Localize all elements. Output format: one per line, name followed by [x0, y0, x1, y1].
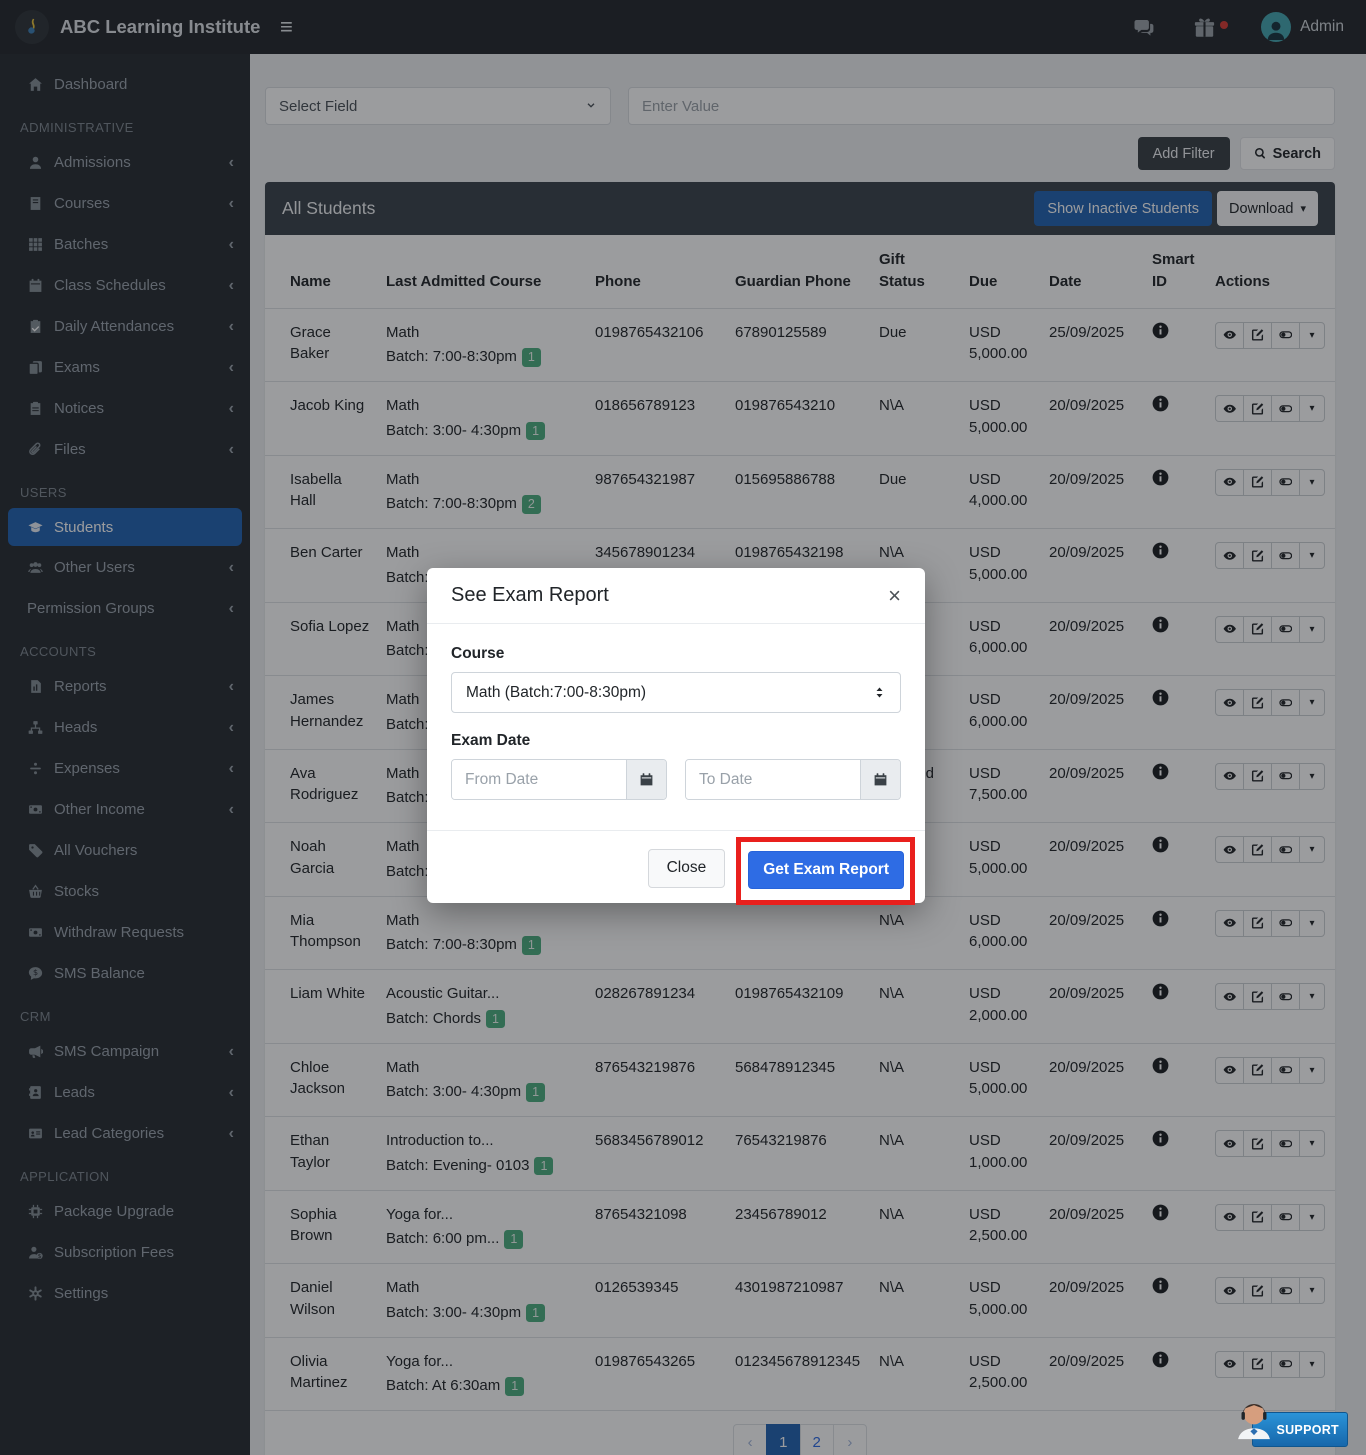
- from-date-group: [451, 759, 667, 800]
- to-date-input[interactable]: [686, 760, 860, 799]
- close-icon[interactable]: ×: [888, 585, 901, 607]
- support-widget[interactable]: SUPPORT: [1252, 1412, 1348, 1447]
- calendar-icon: [873, 772, 888, 787]
- support-label: SUPPORT: [1276, 1423, 1339, 1437]
- sort-icon: [873, 686, 886, 699]
- app-screen: ABC Learning Institute ≡ Admin Dashboard…: [0, 0, 1366, 1455]
- to-date-calendar-button[interactable]: [860, 760, 900, 799]
- see-exam-report-modal: See Exam Report × Course Math (Batch:7:0…: [427, 568, 925, 903]
- close-button[interactable]: Close: [648, 849, 726, 888]
- course-select-value: Math (Batch:7:00-8:30pm): [466, 684, 646, 702]
- exam-date-label: Exam Date: [451, 732, 901, 750]
- course-select[interactable]: Math (Batch:7:00-8:30pm): [451, 672, 901, 713]
- calendar-icon: [639, 772, 654, 787]
- modal-title: See Exam Report: [451, 584, 609, 607]
- get-exam-report-button[interactable]: Get Exam Report: [748, 851, 904, 889]
- from-date-input[interactable]: [452, 760, 626, 799]
- course-label: Course: [451, 645, 901, 663]
- to-date-group: [685, 759, 901, 800]
- annotation-highlight: Get Exam Report: [736, 837, 915, 905]
- from-date-calendar-button[interactable]: [626, 760, 666, 799]
- support-agent-icon: [1229, 1396, 1279, 1446]
